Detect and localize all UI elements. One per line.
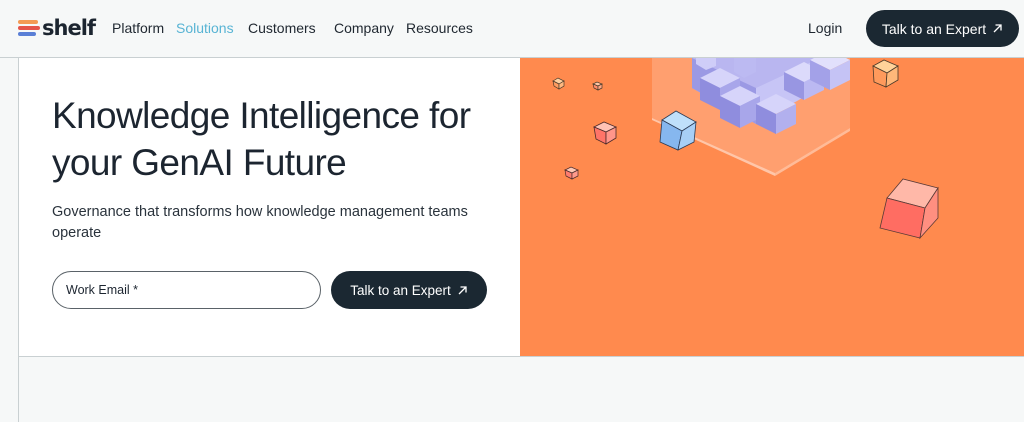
tiny-cube-1 [552, 77, 565, 90]
nav-item-customers[interactable]: Customers [248, 20, 316, 36]
arrow-up-right-icon [993, 24, 1002, 33]
hero-illustration [520, 58, 1024, 356]
arrow-up-right-icon [458, 285, 467, 294]
nav-item-company[interactable]: Company [334, 20, 394, 36]
nav-item-resources[interactable]: Resources [406, 20, 473, 36]
hero-headline-line1: Knowledge Intelligence for [52, 95, 471, 136]
orange-cube-large [879, 178, 939, 240]
cube-illustration [552, 58, 939, 240]
logo-text: shelf [42, 16, 96, 40]
work-email-input[interactable]: Work Email * [52, 271, 321, 309]
hero-headline: Knowledge Intelligence for your GenAI Fu… [52, 92, 512, 186]
hero-cta-label: Talk to an Expert [350, 282, 451, 298]
hero-subtext: Governance that transforms how knowledge… [52, 204, 468, 241]
login-link[interactable]: Login [808, 20, 842, 36]
nav-item-platform[interactable]: Platform [112, 20, 164, 36]
hero-section: Knowledge Intelligence for your GenAI Fu… [18, 58, 1024, 357]
tiny-cube-3 [564, 166, 579, 180]
nav-cta-label: Talk to an Expert [881, 20, 987, 37]
hero-talk-to-expert-button[interactable]: Talk to an Expert [331, 271, 487, 309]
hero-headline-line2: your GenAI Future [52, 142, 347, 183]
next-section [18, 357, 1024, 422]
top-nav: shelf Platform Solutions Customers Compa… [0, 0, 1024, 58]
shelf-logo-icon [18, 18, 40, 38]
hero-content: Knowledge Intelligence for your GenAI Fu… [19, 58, 520, 356]
pink-cube-small [593, 121, 617, 145]
nav-item-solutions[interactable]: Solutions [176, 20, 234, 36]
yellow-cube [872, 59, 899, 88]
shelf-logo[interactable]: shelf [18, 16, 96, 40]
tiny-cube-2 [592, 81, 603, 91]
nav-talk-to-expert-button[interactable]: Talk to an Expert [866, 10, 1019, 47]
